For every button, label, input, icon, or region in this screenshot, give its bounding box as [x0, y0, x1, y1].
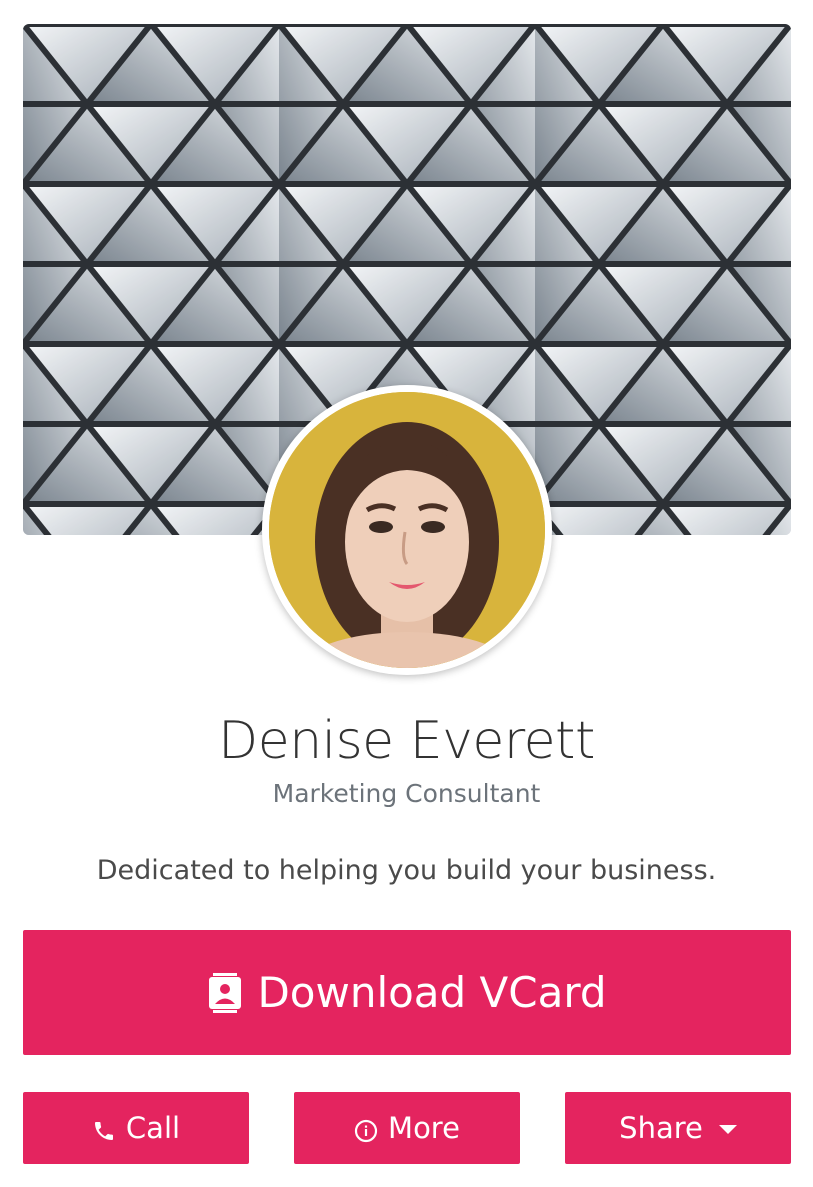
download-vcard-label: Download VCard	[257, 968, 607, 1017]
download-vcard-button[interactable]: Download VCard	[23, 930, 791, 1055]
more-label: More	[388, 1111, 460, 1145]
profile-photo	[269, 392, 545, 668]
contact-card-icon	[207, 972, 243, 1013]
more-button[interactable]: More	[294, 1092, 520, 1164]
info-circle-icon	[354, 1116, 378, 1143]
avatar	[262, 385, 552, 675]
call-label: Call	[125, 1111, 181, 1145]
phone-icon	[92, 1116, 116, 1140]
profile-name: Denise Everett	[218, 711, 595, 771]
profile-title: Marketing Consultant	[272, 779, 541, 808]
share-label: Share	[619, 1111, 703, 1145]
profile-bio: Dedicated to helping you build your busi…	[96, 855, 717, 886]
call-button[interactable]: Call	[23, 1092, 249, 1164]
caret-down-icon	[718, 1124, 737, 1134]
share-button[interactable]: Share	[565, 1092, 791, 1164]
